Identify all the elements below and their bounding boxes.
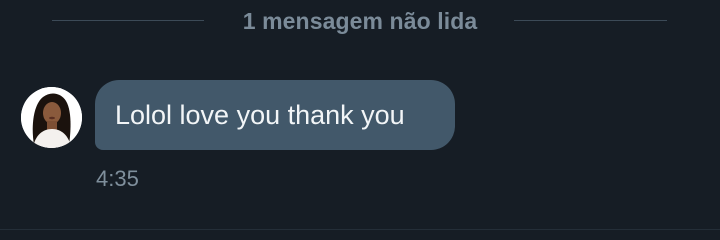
message-bubble[interactable]: Lolol love you thank you — [95, 80, 455, 150]
divider-line-left — [52, 20, 204, 21]
unread-messages-divider: 1 mensagem não lida — [0, 6, 720, 36]
message-text: Lolol love you thank you — [115, 99, 405, 130]
divider-line-right — [514, 20, 667, 21]
avatar-photo — [21, 87, 82, 148]
chat-screen: 1 mensagem não lida Lolol love you thank… — [0, 0, 720, 240]
message-timestamp: 4:35 — [96, 166, 139, 191]
input-area-border — [0, 229, 720, 230]
avatar[interactable] — [21, 87, 82, 148]
unread-divider-label: 1 mensagem não lida — [242, 8, 478, 34]
